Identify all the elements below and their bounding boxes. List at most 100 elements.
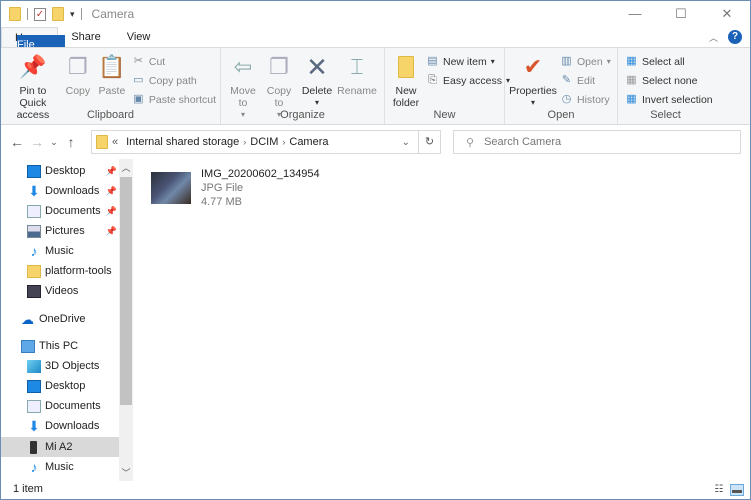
sidebar-item-this-pc[interactable]: This PC [1, 336, 119, 356]
sidebar-item-music[interactable]: ♪ Music [1, 241, 119, 261]
open-icon: ▥ [561, 55, 572, 67]
sidebar-item-pictures[interactable]: Pictures 📌 [1, 221, 119, 241]
file-item[interactable]: IMG_20200602_134954 JPG File 4.77 MB [151, 167, 320, 209]
refresh-icon[interactable]: ↻ [419, 130, 441, 154]
new-folder-icon [392, 52, 420, 82]
easy-access-button[interactable]: ⎘ Easy access ▾ [426, 73, 510, 88]
window-title: Camera [91, 7, 135, 21]
sidebar-item-documents-pc[interactable]: Documents [1, 396, 119, 416]
search-input[interactable]: Search Camera [484, 136, 561, 148]
select-all-icon: ▦ [626, 55, 637, 67]
help-icon[interactable]: ? [728, 30, 742, 44]
maximize-button[interactable]: ☐ [658, 1, 704, 27]
scroll-up-icon[interactable]: ︿ [119, 161, 133, 174]
pin-icon: 📌 [105, 185, 117, 196]
sidebar-item-mi-a2[interactable]: Mi A2 [1, 437, 119, 457]
sidebar-item-platform-tools[interactable]: platform-tools [1, 261, 119, 281]
new-folder-icon[interactable] [52, 7, 64, 21]
close-button[interactable]: ✕ [704, 1, 750, 27]
tab-share[interactable]: Share [58, 27, 113, 47]
sidebar-item-onedrive[interactable]: ☁ OneDrive [1, 309, 119, 329]
recent-locations-chevron-icon[interactable]: ⌄ [47, 137, 61, 148]
select-group-label: Select [650, 109, 681, 121]
breadcrumb-internal-storage[interactable]: Internal shared storage [126, 136, 239, 148]
details-view-icon[interactable]: ☷ [712, 484, 726, 496]
pin-icon: 📌 [105, 225, 117, 236]
folder-icon [96, 135, 108, 149]
organize-group-label: Organize [280, 109, 325, 121]
copy-path-icon: ▭ [133, 74, 144, 86]
breadcrumb-separator-icon[interactable]: › [243, 137, 246, 147]
paste-shortcut-icon: ▣ [133, 93, 144, 105]
rename-icon: ⌶ [350, 54, 364, 79]
title-bar: ✓ ▾ Camera — ☐ ✕ [1, 1, 750, 27]
sidebar-item-3d-objects[interactable]: 3D Objects [1, 356, 119, 376]
downloads-icon: ⬇ [28, 182, 40, 199]
move-to-icon: ⇦ [233, 54, 253, 79]
easy-access-icon: ⎘ [428, 74, 437, 86]
scroll-down-icon[interactable]: ﹀ [119, 466, 133, 479]
breadcrumb-separator-icon[interactable]: › [282, 137, 285, 147]
file-list: IMG_20200602_134954 JPG File 4.77 MB [135, 159, 750, 481]
search-box[interactable]: ⚲ Search Camera [453, 130, 741, 154]
back-arrow-icon[interactable]: ← [7, 134, 27, 150]
desktop-icon [27, 164, 41, 178]
address-dropdown-icon[interactable]: ⌄ [402, 137, 410, 148]
sidebar-item-desktop-pc[interactable]: Desktop [1, 376, 119, 396]
sidebar-item-desktop[interactable]: Desktop 📌 [1, 161, 119, 181]
copy-path-button[interactable]: ▭ Copy path [132, 73, 216, 88]
delete-x-icon: ✕ [306, 52, 328, 82]
pictures-icon [27, 224, 41, 238]
customize-dropdown-icon[interactable]: ▾ [70, 9, 75, 20]
select-none-button[interactable]: ▦ Select none [625, 73, 713, 88]
documents-icon [27, 399, 41, 413]
select-group: ▦ Select all ▦ Select none ▦ Invert selecti… [618, 48, 713, 124]
downloads-icon: ⬇ [28, 417, 40, 434]
clipboard-group-label: Clipboard [86, 109, 135, 121]
3d-objects-icon [27, 359, 41, 373]
edit-button[interactable]: ✎ Edit [560, 73, 611, 88]
new-group-label: New [433, 109, 456, 121]
organize-group: ⇦ Move to ▾ ❐ Copy to ▾ ✕ Delete ▾ ⌶ Rename… [221, 48, 385, 124]
videos-icon [27, 284, 41, 298]
cut-button[interactable]: ✂ Cut [132, 54, 216, 69]
sidebar-item-music-pc[interactable]: ♪ Music [1, 457, 119, 477]
sidebar-item-documents[interactable]: Documents 📌 [1, 201, 119, 221]
quick-access-toolbar: ✓ ▾ Camera [9, 7, 134, 21]
forward-arrow-icon[interactable]: → [27, 134, 47, 150]
breadcrumb-dcim[interactable]: DCIM [250, 136, 278, 148]
address-bar[interactable]: « Internal shared storage › DCIM › Camer… [91, 130, 419, 154]
navigation-bar: ← → ⌄ ↑ « Internal shared storage › DCIM… [1, 128, 750, 156]
scrollbar-thumb[interactable] [120, 177, 132, 405]
file-size: 4.77 MB [201, 196, 242, 208]
edit-icon: ✎ [561, 74, 572, 86]
tab-view[interactable]: View [114, 27, 164, 47]
large-icons-view-icon[interactable]: ▬ [730, 484, 744, 496]
sidebar-scrollbar[interactable]: ︿ ﹀ [119, 159, 133, 481]
breadcrumb-camera[interactable]: Camera [289, 136, 328, 148]
copy-icon: ❐ [68, 54, 88, 79]
new-group: New folder ▤ New item ▾ ⎘ Easy access ▾ New [385, 48, 510, 124]
properties-icon[interactable]: ✓ [34, 7, 46, 21]
open-button[interactable]: ▥ Open ▾ [560, 54, 610, 69]
history-button[interactable]: ◷ History [560, 92, 611, 107]
copy-to-icon: ❐ [269, 54, 289, 79]
phone-icon [30, 440, 37, 454]
new-item-button[interactable]: ▤ New item ▾ [426, 54, 510, 69]
collapse-ribbon-icon[interactable]: ︿ [709, 31, 718, 44]
sidebar-item-downloads[interactable]: ⬇ Downloads 📌 [1, 181, 119, 201]
item-count: 1 item [13, 483, 43, 495]
divider [80, 8, 82, 20]
sidebar-item-videos[interactable]: Videos [1, 281, 119, 301]
scissors-icon: ✂ [133, 55, 143, 67]
up-arrow-icon[interactable]: ↑ [61, 134, 81, 150]
breadcrumb-overflow[interactable]: « [112, 136, 118, 148]
select-all-button[interactable]: ▦ Select all [625, 54, 713, 69]
image-thumbnail [151, 172, 191, 204]
sidebar-item-downloads-pc[interactable]: ⬇ Downloads [1, 416, 119, 436]
minimize-button[interactable]: — [612, 1, 658, 27]
ribbon: 📌 Pin to Quick access ❐ Copy 📋 Paste ✂ Cu… [1, 47, 750, 125]
paste-shortcut-button[interactable]: ▣ Paste shortcut [132, 92, 216, 107]
file-type: JPG File [201, 182, 244, 194]
invert-selection-button[interactable]: ▦ Invert selection [625, 92, 712, 107]
